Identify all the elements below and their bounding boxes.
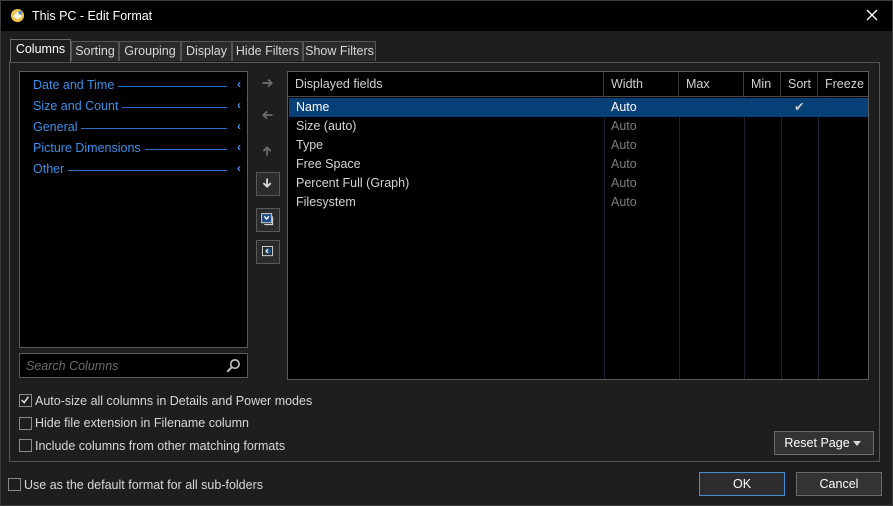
field-name: Size (auto) [296, 119, 357, 133]
category-picture-dimensions[interactable]: Picture Dimensions ‹ [33, 139, 241, 157]
table-row[interactable]: Name Auto ✔ [289, 98, 868, 117]
collapse-icon [261, 213, 274, 226]
arrow-left-icon [262, 110, 273, 120]
table-row[interactable]: Type Auto [289, 136, 868, 155]
category-label: Date and Time [33, 78, 119, 92]
move-down-button[interactable] [256, 172, 280, 196]
field-width[interactable]: Auto [611, 195, 637, 209]
cancel-label: Cancel [819, 477, 859, 491]
default-format-checkbox[interactable] [8, 478, 21, 491]
table-row[interactable]: Free Space Auto [289, 155, 868, 174]
include-columns-checkbox[interactable] [19, 439, 32, 452]
arrow-up-icon [262, 146, 272, 156]
category-label: Picture Dimensions [33, 141, 145, 155]
add-column-button[interactable] [256, 72, 280, 96]
hide-extension-checkbox[interactable] [19, 417, 32, 430]
tab-columns[interactable]: Columns [10, 39, 71, 62]
tab-sorting[interactable]: Sorting [71, 41, 119, 61]
category-general[interactable]: General ‹ [33, 118, 241, 136]
tab-hide-filters[interactable]: Hide Filters [232, 41, 303, 61]
column-header-freeze[interactable]: Freeze [818, 72, 868, 97]
field-width[interactable]: Auto [611, 100, 637, 114]
window-title: This PC - Edit Format [32, 9, 153, 23]
include-columns-label[interactable]: Include columns from other matching form… [35, 439, 285, 453]
autosize-label[interactable]: Auto-size all columns in Details and Pow… [35, 394, 312, 408]
title-bar: This PC - Edit Format [0, 0, 893, 31]
field-name: Type [296, 138, 324, 152]
field-name: Filesystem [296, 195, 356, 209]
table-row[interactable]: Percent Full (Graph) Auto [289, 174, 868, 193]
category-label: General [33, 120, 82, 134]
chevron-down-icon [853, 441, 861, 446]
field-name: Name [296, 100, 330, 114]
search-icon[interactable] [226, 358, 241, 373]
remove-column-button[interactable] [256, 104, 280, 128]
chevron-left-icon[interactable]: ‹ [237, 140, 241, 154]
tab-show-filters[interactable]: Show Filters [303, 41, 376, 61]
expand-icon [262, 246, 274, 257]
category-label: Other [33, 162, 69, 176]
checkmark-icon [21, 396, 30, 404]
column-header-max[interactable]: Max [679, 72, 744, 97]
table-row[interactable]: Filesystem Auto [289, 193, 868, 212]
chevron-left-icon[interactable]: ‹ [237, 119, 241, 133]
displayed-fields-table[interactable]: Displayed fields Width Max Min Sort Free… [287, 71, 869, 380]
field-name: Free Space [296, 157, 361, 171]
category-size-and-count[interactable]: Size and Count ‹ [33, 97, 241, 115]
expand-button[interactable] [256, 240, 280, 264]
sort-check-icon[interactable]: ✔ [794, 99, 804, 114]
category-label: Size and Count [33, 99, 123, 113]
column-header-min[interactable]: Min [744, 72, 781, 97]
cancel-button[interactable]: Cancel [796, 472, 882, 496]
table-header: Displayed fields Width Max Min Sort Free… [288, 72, 868, 97]
search-input[interactable] [26, 358, 221, 373]
chevron-left-icon[interactable]: ‹ [237, 98, 241, 112]
category-date-and-time[interactable]: Date and Time ‹ [33, 76, 241, 94]
search-box [19, 353, 248, 378]
field-width[interactable]: Auto [611, 138, 637, 152]
move-up-button[interactable] [256, 140, 280, 164]
app-icon [10, 8, 25, 23]
field-width[interactable]: Auto [611, 157, 637, 171]
autosize-checkbox[interactable] [19, 394, 32, 407]
ok-button[interactable]: OK [699, 472, 785, 496]
collapse-button[interactable] [256, 208, 280, 232]
chevron-left-icon[interactable]: ‹ [237, 77, 241, 91]
column-header-displayed-fields[interactable]: Displayed fields [288, 72, 604, 97]
column-header-width[interactable]: Width [604, 72, 679, 97]
close-icon[interactable] [864, 7, 880, 23]
hide-extension-label[interactable]: Hide file extension in Filename column [35, 416, 249, 430]
reset-page-label: Reset Page [784, 436, 850, 450]
arrow-right-icon [262, 78, 273, 88]
field-name: Percent Full (Graph) [296, 176, 410, 190]
column-header-sort[interactable]: Sort [781, 72, 818, 97]
table-row[interactable]: Size (auto) Auto [289, 117, 868, 136]
tab-grouping[interactable]: Grouping [119, 41, 181, 61]
arrow-down-icon [262, 178, 272, 189]
available-columns-list[interactable]: Date and Time ‹ Size and Count ‹ General… [19, 71, 248, 348]
field-width[interactable]: Auto [611, 176, 637, 190]
category-other[interactable]: Other ‹ [33, 160, 241, 178]
reset-page-button[interactable]: Reset Page [774, 431, 874, 455]
field-width[interactable]: Auto [611, 119, 637, 133]
tab-display[interactable]: Display [181, 41, 232, 61]
ok-label: OK [732, 477, 752, 491]
default-format-label[interactable]: Use as the default format for all sub-fo… [24, 478, 263, 492]
chevron-left-icon[interactable]: ‹ [237, 161, 241, 175]
